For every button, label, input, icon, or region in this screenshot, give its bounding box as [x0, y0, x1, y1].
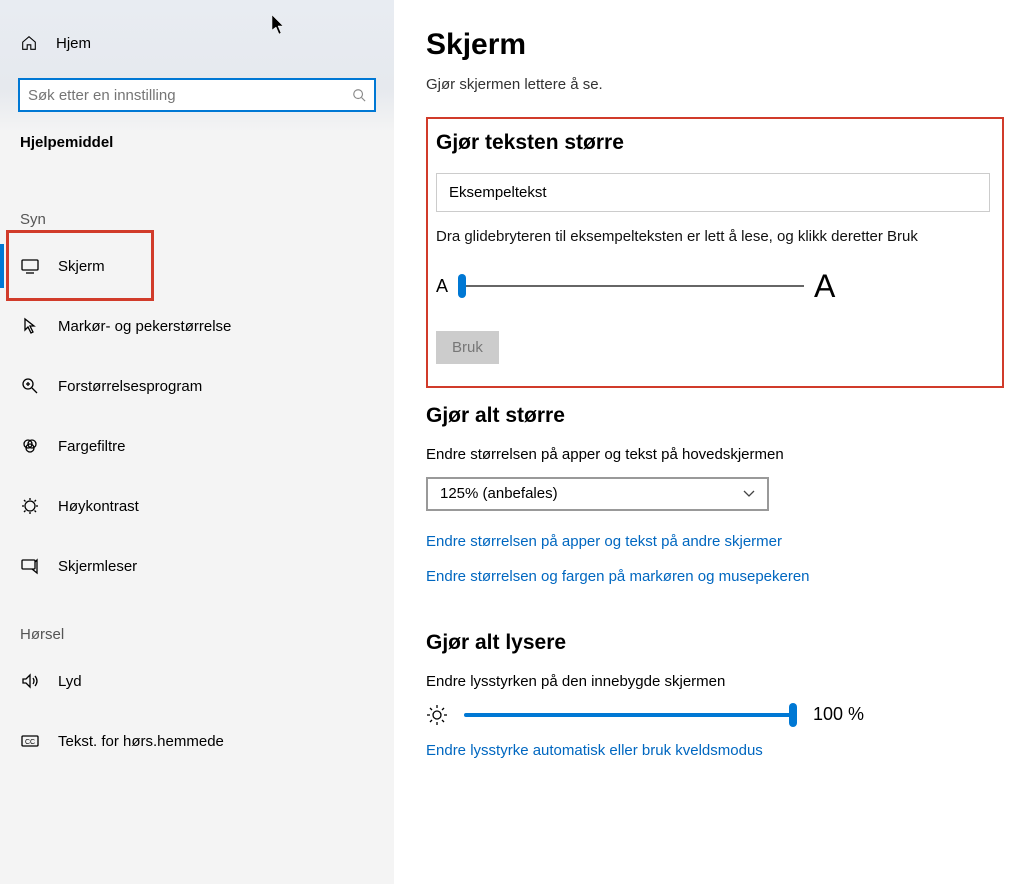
big-a-label: A: [814, 268, 835, 305]
sidebar-category-syn: Syn: [0, 151, 394, 236]
sidebar-item-skjermleser[interactable]: Skjermleser: [0, 536, 394, 596]
monitor-icon: [20, 256, 40, 276]
brightness-slider-row: 100 %: [426, 704, 1004, 726]
annotation-highlight-box: Gjør teksten større Eksempeltekst Dra gl…: [426, 117, 1004, 388]
section-heading-text-bigger: Gjør teksten større: [436, 131, 990, 155]
sidebar-item-label: Skjermleser: [58, 558, 137, 575]
main-content: Skjerm Gjør skjermen lettere å se. Gjør …: [394, 0, 1024, 884]
slider-hint-text: Dra glidebryteren til eksempelteksten er…: [436, 226, 990, 248]
high-contrast-icon: [20, 496, 40, 516]
sidebar-item-markor[interactable]: Markør- og pekerstørrelse: [0, 296, 394, 356]
sidebar-section-title: Hjelpemiddel: [0, 112, 394, 151]
link-other-screens[interactable]: Endre størrelsen på apper og tekst på an…: [426, 533, 782, 550]
sound-icon: [20, 671, 40, 691]
home-icon: [20, 34, 38, 52]
brightness-slider-thumb[interactable]: [789, 703, 797, 727]
page-title: Skjerm: [426, 28, 1004, 62]
sidebar-nav-list: Lyd CC Tekst. for hørs.hemmede: [0, 651, 394, 771]
sidebar-item-label: Lyd: [58, 673, 82, 690]
brightness-icon: [426, 704, 448, 726]
sidebar-item-skjerm[interactable]: Skjerm: [0, 236, 394, 296]
sidebar-item-label: Skjerm: [58, 258, 105, 275]
search-input[interactable]: [20, 87, 344, 104]
page-subtitle: Gjør skjermen lettere å se.: [426, 76, 1004, 93]
link-brightness-auto[interactable]: Endre lysstyrke automatisk eller bruk kv…: [426, 742, 763, 759]
sidebar-nav-list: Skjerm Markør- og pekerstørrelse Forstør…: [0, 236, 394, 596]
cursor-size-icon: [20, 316, 40, 336]
slider-track[interactable]: [458, 276, 804, 296]
sidebar-item-lyd[interactable]: Lyd: [0, 651, 394, 711]
narrator-icon: [20, 556, 40, 576]
scale-select-value: 125% (anbefales): [440, 485, 558, 502]
settings-sidebar: Hjem Hjelpemiddel Syn Skjerm Markør- og …: [0, 0, 394, 884]
sidebar-category-horsel: Hørsel: [0, 596, 394, 651]
slider-thumb[interactable]: [458, 274, 466, 298]
search-icon: [344, 88, 374, 102]
link-cursor-settings[interactable]: Endre størrelsen og fargen på markøren o…: [426, 568, 810, 585]
magnifier-icon: [20, 376, 40, 396]
scale-select[interactable]: 125% (anbefales): [426, 477, 769, 511]
section-heading-brighter: Gjør alt lysere: [426, 631, 1004, 655]
sidebar-item-label: Tekst. for hørs.hemmede: [58, 733, 224, 750]
closed-captions-icon: CC: [20, 731, 40, 751]
chevron-down-icon: [743, 490, 755, 498]
brightness-desc: Endre lysstyrken på den innebygde skjerm…: [426, 673, 1004, 690]
sidebar-item-forstorrelse[interactable]: Forstørrelsesprogram: [0, 356, 394, 416]
svg-text:CC: CC: [25, 739, 35, 746]
sidebar-item-label: Forstørrelsesprogram: [58, 378, 202, 395]
sidebar-item-fargefiltre[interactable]: Fargefiltre: [0, 416, 394, 476]
all-bigger-desc: Endre størrelsen på apper og tekst på ho…: [426, 446, 1004, 463]
nav-home[interactable]: Hjem: [0, 26, 394, 60]
sidebar-item-hoykontrast[interactable]: Høykontrast: [0, 476, 394, 536]
sidebar-item-label: Markør- og pekerstørrelse: [58, 318, 231, 335]
color-filter-icon: [20, 436, 40, 456]
apply-button: Bruk: [436, 331, 499, 364]
small-a-label: A: [436, 276, 448, 297]
sidebar-item-label: Høykontrast: [58, 498, 139, 515]
sidebar-item-tekst-hors[interactable]: CC Tekst. for hørs.hemmede: [0, 711, 394, 771]
search-input-wrapper[interactable]: [18, 78, 376, 112]
sample-text-box: Eksempeltekst: [436, 173, 990, 212]
text-size-slider[interactable]: A A: [436, 268, 990, 305]
sidebar-item-label: Fargefiltre: [58, 438, 126, 455]
brightness-value: 100 %: [813, 704, 864, 725]
section-heading-all-bigger: Gjør alt større: [426, 404, 1004, 428]
nav-home-label: Hjem: [56, 35, 91, 52]
brightness-slider[interactable]: [464, 705, 797, 725]
